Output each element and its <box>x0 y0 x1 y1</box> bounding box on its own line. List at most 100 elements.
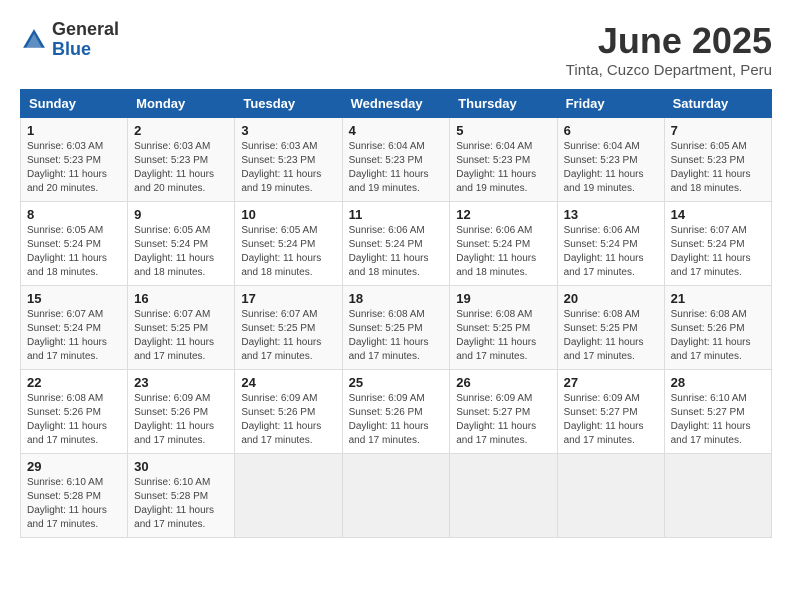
calendar-cell: 25 Sunrise: 6:09 AMSunset: 5:26 PMDayligh… <box>342 370 450 454</box>
calendar-cell: 30 Sunrise: 6:10 AMSunset: 5:28 PMDayligh… <box>128 454 235 538</box>
calendar-cell: 8Sunrise: 6:05 AMSunset: 5:24 PMDaylight… <box>21 202 128 286</box>
day-number: 19 <box>456 291 550 306</box>
day-info: Sunrise: 6:09 AMSunset: 5:26 PMDaylight:… <box>134 392 228 448</box>
day-number: 4 <box>349 123 444 138</box>
calendar-cell <box>664 454 771 538</box>
day-info: Sunrise: 6:03 AMSunset: 5:23 PMDaylight:… <box>27 140 121 196</box>
header-saturday: Saturday <box>664 90 771 118</box>
calendar-week-5: 29 Sunrise: 6:10 AMSunset: 5:28 PMDayligh… <box>21 454 772 538</box>
day-info: Sunrise: 6:04 AMSunset: 5:23 PMDaylight:… <box>349 140 444 196</box>
calendar-week-3: 15Sunrise: 6:07 AMSunset: 5:24 PMDayligh… <box>21 286 772 370</box>
day-number: 1 <box>27 123 121 138</box>
calendar-header-row: SundayMondayTuesdayWednesdayThursdayFrid… <box>21 90 772 118</box>
day-number: 10 <box>241 207 335 222</box>
day-number: 28 <box>671 375 765 390</box>
calendar-cell: 22 Sunrise: 6:08 AMSunset: 5:26 PMDayligh… <box>21 370 128 454</box>
day-number: 5 <box>456 123 550 138</box>
day-info: Sunrise: 6:06 AMSunset: 5:24 PMDaylight:… <box>456 224 550 280</box>
day-info: Sunrise: 6:07 AMSunset: 5:24 PMDaylight:… <box>27 308 121 364</box>
day-number: 29 <box>27 459 121 474</box>
calendar-week-1: 1 Sunrise: 6:03 AMSunset: 5:23 PMDaylight… <box>21 118 772 202</box>
day-number: 30 <box>134 459 228 474</box>
calendar-cell: 16 Sunrise: 6:07 AMSunset: 5:25 PMDayligh… <box>128 286 235 370</box>
calendar-cell: 13Sunrise: 6:06 AMSunset: 5:24 PMDayligh… <box>557 202 664 286</box>
day-number: 20 <box>564 291 658 306</box>
day-number: 9 <box>134 207 228 222</box>
day-info: Sunrise: 6:03 AMSunset: 5:23 PMDaylight:… <box>241 140 335 196</box>
day-info: Sunrise: 6:06 AMSunset: 5:24 PMDaylight:… <box>564 224 658 280</box>
calendar-cell: 11 Sunrise: 6:06 AMSunset: 5:24 PMDayligh… <box>342 202 450 286</box>
calendar-cell: 20Sunrise: 6:08 AMSunset: 5:25 PMDayligh… <box>557 286 664 370</box>
calendar-cell: 6 Sunrise: 6:04 AMSunset: 5:23 PMDaylight… <box>557 118 664 202</box>
day-info: Sunrise: 6:07 AMSunset: 5:25 PMDaylight:… <box>241 308 335 364</box>
calendar-cell: 18 Sunrise: 6:08 AMSunset: 5:25 PMDayligh… <box>342 286 450 370</box>
calendar-cell: 15Sunrise: 6:07 AMSunset: 5:24 PMDayligh… <box>21 286 128 370</box>
calendar-cell: 21 Sunrise: 6:08 AMSunset: 5:26 PMDayligh… <box>664 286 771 370</box>
calendar-cell: 28 Sunrise: 6:10 AMSunset: 5:27 PMDayligh… <box>664 370 771 454</box>
header-friday: Friday <box>557 90 664 118</box>
day-info: Sunrise: 6:04 AMSunset: 5:23 PMDaylight:… <box>564 140 658 196</box>
calendar-cell: 23 Sunrise: 6:09 AMSunset: 5:26 PMDayligh… <box>128 370 235 454</box>
day-info: Sunrise: 6:07 AMSunset: 5:25 PMDaylight:… <box>134 308 228 364</box>
day-info: Sunrise: 6:05 AMSunset: 5:24 PMDaylight:… <box>241 224 335 280</box>
day-info: Sunrise: 6:09 AMSunset: 5:27 PMDaylight:… <box>564 392 658 448</box>
calendar-cell: 19 Sunrise: 6:08 AMSunset: 5:25 PMDayligh… <box>450 286 557 370</box>
calendar-cell: 3 Sunrise: 6:03 AMSunset: 5:23 PMDaylight… <box>235 118 342 202</box>
day-number: 14 <box>671 207 765 222</box>
header-tuesday: Tuesday <box>235 90 342 118</box>
day-number: 8 <box>27 207 121 222</box>
day-info: Sunrise: 6:08 AMSunset: 5:25 PMDaylight:… <box>349 308 444 364</box>
page-header: General Blue June 2025 Tinta, Cuzco Depa… <box>20 20 772 79</box>
month-title: June 2025 <box>566 20 772 62</box>
calendar-cell: 9 Sunrise: 6:05 AMSunset: 5:24 PMDaylight… <box>128 202 235 286</box>
header-thursday: Thursday <box>450 90 557 118</box>
day-info: Sunrise: 6:08 AMSunset: 5:26 PMDaylight:… <box>671 308 765 364</box>
header-wednesday: Wednesday <box>342 90 450 118</box>
day-info: Sunrise: 6:05 AMSunset: 5:23 PMDaylight:… <box>671 140 765 196</box>
calendar-table: SundayMondayTuesdayWednesdayThursdayFrid… <box>20 89 772 538</box>
day-number: 16 <box>134 291 228 306</box>
calendar-cell: 2Sunrise: 6:03 AMSunset: 5:23 PMDaylight… <box>128 118 235 202</box>
calendar-cell <box>342 454 450 538</box>
day-number: 2 <box>134 123 228 138</box>
day-info: Sunrise: 6:06 AMSunset: 5:24 PMDaylight:… <box>349 224 444 280</box>
day-number: 18 <box>349 291 444 306</box>
day-info: Sunrise: 6:08 AMSunset: 5:26 PMDaylight:… <box>27 392 121 448</box>
day-info: Sunrise: 6:10 AMSunset: 5:28 PMDaylight:… <box>134 476 228 532</box>
day-info: Sunrise: 6:04 AMSunset: 5:23 PMDaylight:… <box>456 140 550 196</box>
day-number: 7 <box>671 123 765 138</box>
calendar-cell: 29 Sunrise: 6:10 AMSunset: 5:28 PMDayligh… <box>21 454 128 538</box>
header-sunday: Sunday <box>21 90 128 118</box>
day-info: Sunrise: 6:09 AMSunset: 5:26 PMDaylight:… <box>241 392 335 448</box>
calendar-cell <box>235 454 342 538</box>
logo-text: General Blue <box>52 20 119 60</box>
calendar-cell: 24Sunrise: 6:09 AMSunset: 5:26 PMDayligh… <box>235 370 342 454</box>
calendar-cell <box>450 454 557 538</box>
calendar-cell: 4 Sunrise: 6:04 AMSunset: 5:23 PMDaylight… <box>342 118 450 202</box>
day-number: 17 <box>241 291 335 306</box>
day-number: 11 <box>349 207 444 222</box>
day-info: Sunrise: 6:10 AMSunset: 5:28 PMDaylight:… <box>27 476 121 532</box>
logo-icon <box>20 26 48 54</box>
day-number: 25 <box>349 375 444 390</box>
calendar-cell: 26Sunrise: 6:09 AMSunset: 5:27 PMDayligh… <box>450 370 557 454</box>
day-info: Sunrise: 6:10 AMSunset: 5:27 PMDaylight:… <box>671 392 765 448</box>
day-number: 21 <box>671 291 765 306</box>
calendar-week-2: 8 Sunrise: 6:05 AMSunset: 5:24 PMDaylight… <box>21 202 772 286</box>
day-info: Sunrise: 6:05 AMSunset: 5:24 PMDaylight:… <box>134 224 228 280</box>
calendar-cell: 27Sunrise: 6:09 AMSunset: 5:27 PMDayligh… <box>557 370 664 454</box>
calendar-cell: 1 Sunrise: 6:03 AMSunset: 5:23 PMDaylight… <box>21 118 128 202</box>
calendar-week-4: 22 Sunrise: 6:08 AMSunset: 5:26 PMDayligh… <box>21 370 772 454</box>
calendar-cell: 17 Sunrise: 6:07 AMSunset: 5:25 PMDayligh… <box>235 286 342 370</box>
day-number: 26 <box>456 375 550 390</box>
day-number: 12 <box>456 207 550 222</box>
day-info: Sunrise: 6:08 AMSunset: 5:25 PMDaylight:… <box>456 308 550 364</box>
day-number: 3 <box>241 123 335 138</box>
logo: General Blue <box>20 20 119 60</box>
calendar-cell: 10 Sunrise: 6:05 AMSunset: 5:24 PMDayligh… <box>235 202 342 286</box>
day-number: 22 <box>27 375 121 390</box>
day-info: Sunrise: 6:09 AMSunset: 5:26 PMDaylight:… <box>349 392 444 448</box>
day-number: 23 <box>134 375 228 390</box>
day-number: 6 <box>564 123 658 138</box>
header-monday: Monday <box>128 90 235 118</box>
